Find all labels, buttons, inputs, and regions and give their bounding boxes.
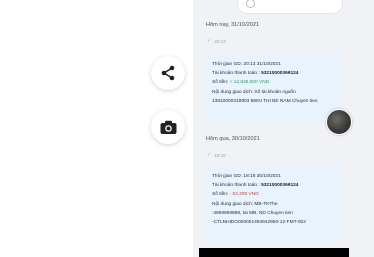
transaction-content: -CTLNHIDO000001494942950-12-FMT-002 — [212, 220, 306, 226]
share-button[interactable] — [151, 56, 185, 90]
message-meta: ✓ 20:13 — [207, 38, 226, 44]
transaction-card[interactable]: Thời gian GD: 18:18 30/10/2021 Tài khoản… — [205, 166, 342, 242]
search-icon — [246, 0, 255, 8]
transaction-content: :4999968888, tai MB. ND Chuyen tien — [212, 210, 293, 216]
transaction-account: Tài khoản thanh toán : 53210000369124 — [212, 71, 299, 77]
transaction-time: Thời gian GD: 18:18 30/10/2021 — [212, 174, 281, 179]
search-input[interactable] — [237, 0, 343, 14]
date-header: Hôm qua, 30/10/2021 — [206, 136, 260, 142]
read-check-icon: ✓ — [207, 152, 212, 158]
transaction-card[interactable]: Thời gian GD: 20:13 31/10/2021 Tài khoản… — [205, 54, 342, 124]
transaction-amount: Số tiền: + 12,845,000 VND — [212, 80, 270, 86]
camera-icon — [160, 120, 176, 134]
transaction-amount: Số tiền: - 52,200 VND — [212, 192, 259, 198]
avatar[interactable] — [326, 109, 352, 135]
bottom-bar — [199, 248, 349, 257]
transaction-content: 13810000318903 BIEN THI BE NAM Chuyen ti… — [212, 98, 318, 104]
transaction-account: Tài khoản thanh toán : 53210000369124 — [212, 183, 299, 189]
date-header: Hôm nay, 31/10/2021 — [206, 22, 260, 28]
message-time: 18:18 — [214, 152, 226, 158]
transaction-content: Nội dung giao dịch: Số tài khoản nguồn — [212, 89, 296, 95]
message-time: 20:13 — [214, 38, 226, 44]
read-check-icon: ✓ — [207, 38, 212, 44]
share-icon — [161, 65, 175, 81]
transaction-content: Nội dung giao dịch: MB-TKThe — [212, 201, 278, 207]
camera-button[interactable] — [151, 110, 185, 144]
message-meta: ✓ 18:18 — [207, 152, 226, 158]
transaction-time: Thời gian GD: 20:13 31/10/2021 — [212, 62, 281, 67]
